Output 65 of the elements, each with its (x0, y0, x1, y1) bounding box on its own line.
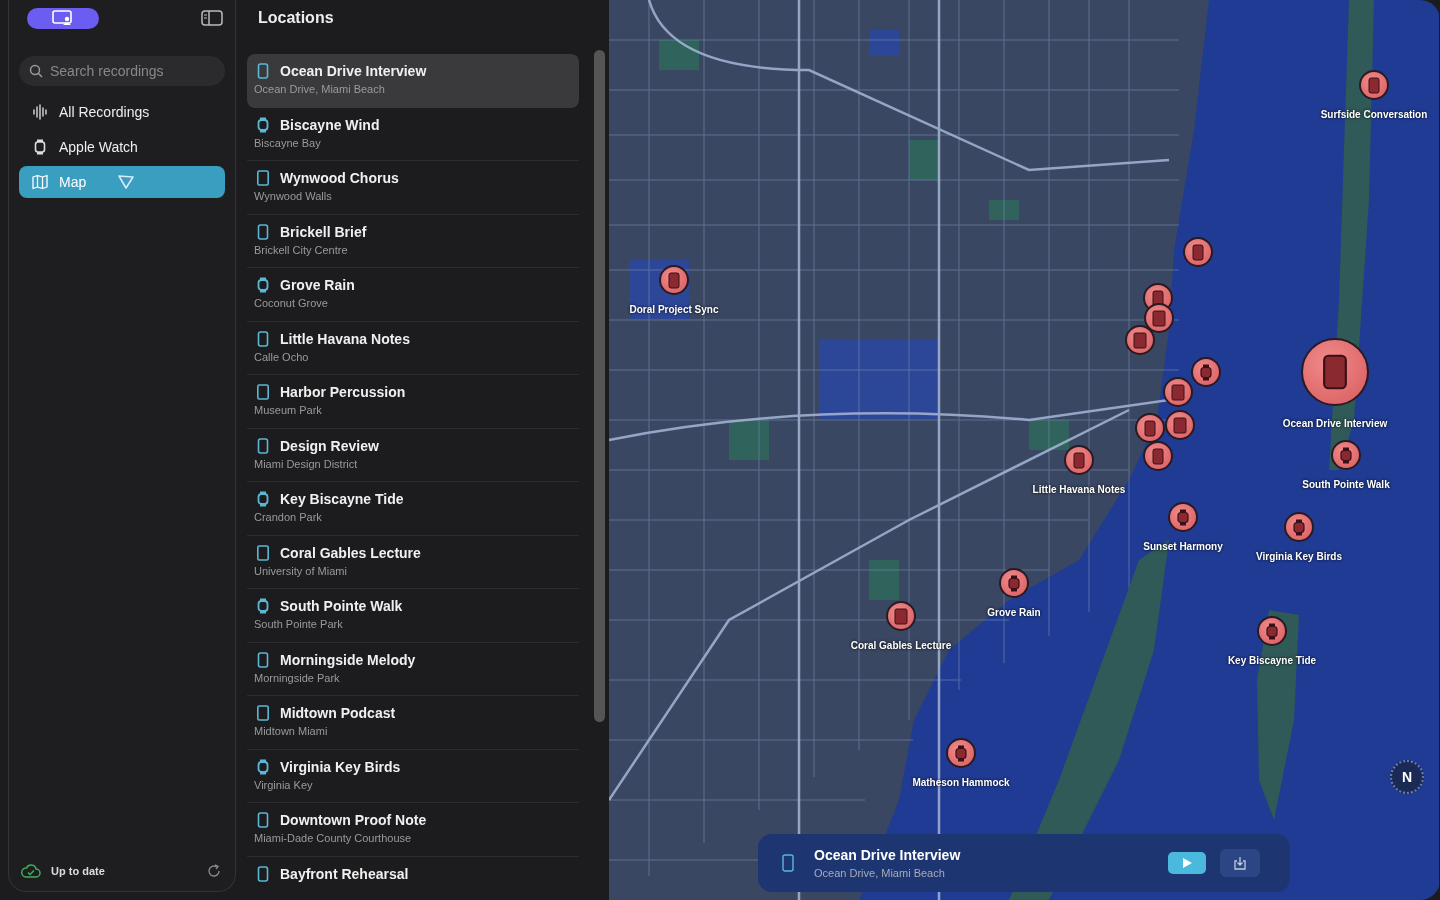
recording-row[interactable]: Midtown Podcast Midtown Miami (247, 696, 579, 750)
pin-label: Coral Gables Lecture (850, 640, 952, 651)
recording-title: Harbor Percussion (280, 384, 406, 400)
recording-location: Miami-Dade County Courthouse (254, 832, 413, 844)
recording-row[interactable]: Coral Gables Lecture University of Miami (247, 535, 579, 589)
recording-title: Brickell Brief (280, 223, 367, 240)
recording-title: South Pointe Walk (280, 598, 403, 614)
pin-label: Sunset Harmony (1143, 541, 1223, 552)
recording-title: Downtown Proof Note (280, 812, 427, 828)
recording-title: Midtown Podcast (280, 705, 396, 721)
pin-label: Little Havana Notes (1032, 484, 1126, 495)
recording-location: Ocean Drive, Miami Beach (254, 83, 386, 95)
recording-row[interactable]: Harbor Percussion Museum Park (247, 375, 579, 429)
recording-row[interactable]: Brickell Brief Brickell City Centre (247, 214, 579, 268)
recording-title: Wynwood Chorus (280, 170, 399, 186)
recording-row[interactable]: Biscayne Wind Biscayne Bay (247, 107, 579, 161)
recording-title: Key Biscayne Tide (280, 491, 404, 507)
pin-label: Key Biscayne Tide (1227, 655, 1317, 666)
recording-title: Virginia Key Birds (280, 758, 401, 775)
recording-row[interactable]: Ocean Drive Interview Ocean Drive, Miami Beach (247, 54, 579, 108)
recording-row[interactable]: Wynwood Chorus Wynwood Walls (247, 161, 579, 215)
recording-location: Calle Ocho (254, 350, 310, 363)
recording-row[interactable]: Little Havana Notes Calle Ocho (247, 321, 579, 375)
recording-row[interactable]: Downtown Proof Note Miami-Dade County Courthouse (247, 803, 579, 857)
recording-title: Design Review (280, 437, 379, 454)
player-title: Ocean Drive Interview (814, 847, 962, 863)
pin-label: Ocean Drive Interview (1282, 418, 1388, 429)
recording-title: Bayfront Rehearsal (280, 865, 409, 882)
recording-location: Miami Design District (254, 457, 359, 470)
recording-row[interactable]: Bayfront Rehearsal (247, 856, 579, 900)
list-title: Locations (257, 8, 335, 28)
pin-label: South Pointe Walk (1302, 479, 1390, 490)
search-field[interactable]: Search recordings (19, 56, 225, 86)
recording-title: Morningside Melody (280, 651, 416, 668)
recording-title: Little Havana Notes (280, 330, 410, 347)
pin-label: Surfside Conversation (1320, 109, 1428, 120)
pin-label: Doral Project Sync (629, 304, 719, 315)
recording-location: Coconut Grove (254, 297, 329, 309)
sync-status: Up to date (51, 865, 106, 877)
recording-row[interactable]: Morningside Melody Morningside Park (247, 642, 579, 696)
pin-label: Virginia Key Birds (1256, 551, 1342, 562)
recording-row[interactable]: Virginia Key Birds Virginia Key (247, 749, 579, 803)
sidebar-item[interactable]: All Recordings (19, 96, 225, 128)
recording-location: South Pointe Park (254, 618, 344, 630)
recording-location: Midtown Miami (254, 725, 329, 737)
recording-location: Morningside Park (254, 671, 341, 684)
recording-title: Grove Rain (280, 277, 355, 293)
pin-label: Grove Rain (987, 607, 1041, 618)
recording-row[interactable]: Key Biscayne Tide Crandon Park (247, 482, 579, 536)
recording-title: Biscayne Wind (280, 116, 380, 133)
player-location: Ocean Drive, Miami Beach (814, 867, 946, 879)
recording-location: Museum Park (254, 404, 323, 416)
recording-location: University of Miami (254, 564, 348, 577)
recording-title: Ocean Drive Interview (280, 63, 427, 79)
recording-location: Biscayne Bay (254, 136, 322, 149)
recording-row[interactable]: Design Review Miami Design District (247, 428, 579, 482)
sidebar-item[interactable]: Apple Watch (19, 131, 225, 163)
recording-location: Wynwood Walls (254, 190, 333, 202)
recording-title: Coral Gables Lecture (280, 544, 421, 561)
recording-row[interactable]: South Pointe Walk South Pointe Park (247, 589, 579, 643)
pin-label: Matheson Hammock (912, 777, 1010, 788)
recording-location: Crandon Park (254, 511, 323, 523)
recording-row[interactable]: Grove Rain Coconut Grove (247, 268, 579, 322)
recording-location: Virginia Key (254, 778, 314, 791)
recording-location: Brickell City Centre (254, 243, 349, 256)
